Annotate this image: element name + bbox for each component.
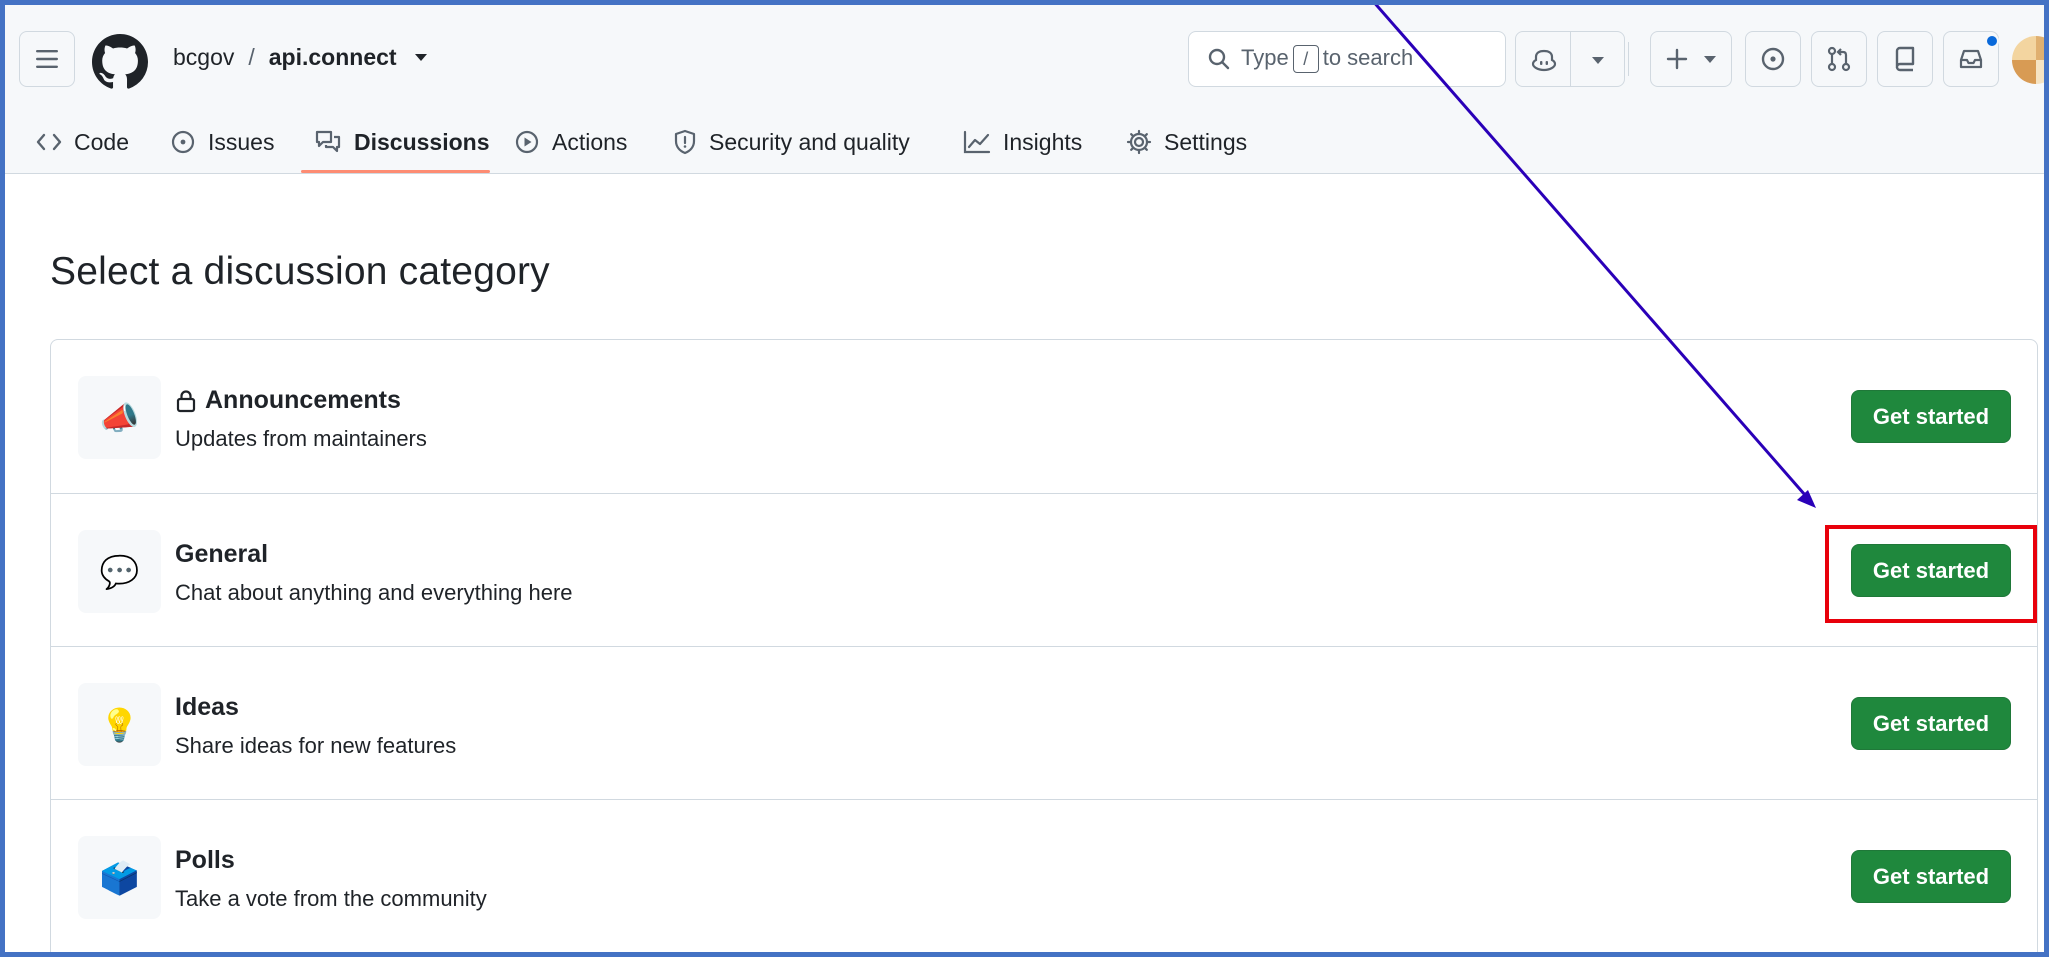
- graph-icon: [963, 130, 991, 154]
- get-started-button-ideas[interactable]: Get started: [1851, 697, 2011, 750]
- tab-label: Code: [74, 128, 129, 155]
- tab-settings[interactable]: Settings: [1126, 110, 1247, 174]
- repositories-button[interactable]: [1877, 31, 1933, 87]
- repo-owner-link[interactable]: bcgov: [173, 44, 234, 71]
- lightbulb-icon: 💡: [78, 683, 161, 766]
- search-shortcut-key: /: [1292, 45, 1319, 73]
- category-description: Share ideas for new features: [175, 733, 457, 758]
- tab-discussions[interactable]: Discussions: [314, 110, 490, 174]
- your-issues-button[interactable]: [1745, 31, 1801, 87]
- repo-icon: [1895, 46, 1915, 72]
- copilot-button[interactable]: [1515, 31, 1625, 87]
- speech-balloon-icon: 💬: [78, 530, 161, 613]
- tab-security[interactable]: Security and quality: [673, 110, 910, 174]
- unread-notification-indicator: [1985, 34, 1999, 48]
- tab-label: Discussions: [354, 128, 490, 155]
- tab-label: Security and quality: [709, 128, 910, 155]
- search-placeholder-suffix: to search: [1322, 45, 1414, 70]
- category-name: Announcements: [205, 386, 401, 414]
- ballot-box-icon: 🗳️: [78, 836, 161, 919]
- chevron-down-icon[interactable]: [414, 54, 427, 61]
- tab-label: Actions: [552, 128, 628, 155]
- lock-icon: [176, 389, 196, 412]
- megaphone-icon: 📣: [78, 376, 161, 459]
- chevron-down-icon: [1704, 55, 1716, 63]
- search-icon: [1208, 48, 1230, 70]
- tab-actions[interactable]: Actions: [514, 110, 627, 174]
- category-description: Chat about anything and everything here: [175, 580, 573, 605]
- code-icon: [36, 133, 62, 151]
- page-title: Select a discussion category: [50, 250, 550, 293]
- category-title: Announcements: [175, 386, 401, 415]
- plus-icon: [1666, 48, 1688, 70]
- issue-opened-icon: [1761, 47, 1785, 71]
- category-row-ideas: 💡 Ideas Share ideas for new features Get…: [51, 646, 2037, 799]
- category-list: 📣 Announcements Updates from maintainers…: [50, 339, 2038, 957]
- git-pull-request-icon: [1827, 46, 1851, 72]
- get-started-button-polls[interactable]: Get started: [1851, 850, 2011, 903]
- inbox-icon: [1959, 49, 1983, 69]
- gear-icon: [1126, 129, 1152, 155]
- tab-label: Issues: [208, 128, 275, 155]
- breadcrumb: bcgov / api.connect: [173, 44, 427, 71]
- github-logo-icon[interactable]: [92, 34, 148, 90]
- tab-insights[interactable]: Insights: [963, 110, 1082, 174]
- hamburger-icon: [36, 50, 58, 68]
- category-name: Polls: [175, 846, 235, 874]
- category-row-general: 💬 General Chat about anything and everyt…: [51, 493, 2037, 646]
- category-name: General: [175, 540, 269, 568]
- copilot-dropdown-caret[interactable]: [1592, 57, 1604, 64]
- category-row-polls: 🗳️ Polls Take a vote from the community …: [51, 799, 2037, 952]
- breadcrumb-separator: /: [248, 44, 255, 70]
- tab-label: Insights: [1003, 128, 1083, 155]
- play-icon: [515, 130, 539, 154]
- create-new-button[interactable]: [1650, 31, 1732, 87]
- shield-icon: [674, 129, 696, 155]
- category-row-announcements: 📣 Announcements Updates from maintainers…: [51, 340, 2037, 493]
- active-tab-indicator: [301, 170, 490, 173]
- annotation-highlight-box: [1825, 525, 2037, 623]
- open-menu-button[interactable]: [19, 31, 75, 87]
- tab-label: Settings: [1164, 128, 1248, 155]
- search-input[interactable]: Type / to search: [1188, 31, 1506, 87]
- copilot-icon: [1531, 49, 1557, 72]
- category-description: Take a vote from the community: [175, 886, 487, 911]
- your-pull-requests-button[interactable]: [1811, 31, 1867, 87]
- tab-code[interactable]: Code: [36, 110, 129, 174]
- category-description: Updates from maintainers: [175, 426, 427, 451]
- header-divider: [1628, 42, 1629, 76]
- tab-issues[interactable]: Issues: [170, 110, 274, 174]
- repo-name-link[interactable]: api.connect: [269, 44, 397, 71]
- category-title: Polls: [175, 846, 235, 875]
- search-placeholder-prefix: Type: [1241, 45, 1289, 70]
- comment-discussion-icon: [315, 130, 341, 153]
- category-name: Ideas: [175, 693, 239, 721]
- get-started-button-announcements[interactable]: Get started: [1851, 390, 2011, 443]
- category-title: Ideas: [175, 693, 239, 722]
- category-title: General: [175, 540, 268, 569]
- issue-opened-icon: [171, 130, 195, 154]
